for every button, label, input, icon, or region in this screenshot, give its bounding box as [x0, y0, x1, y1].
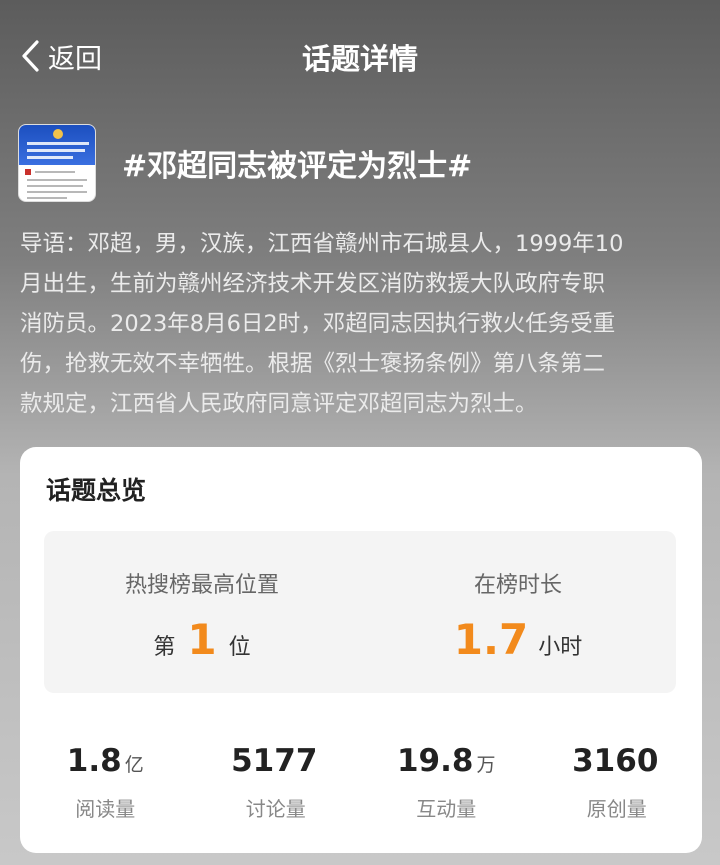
intro-line: 款规定，江西省人民政府同意评定邓超同志为烈士。	[20, 391, 538, 417]
intro-line: 伤，抢救无效不幸牺牲。根据《烈士褒扬条例》第八条第二	[20, 351, 606, 377]
stat-label: 原创量	[586, 797, 647, 821]
duration-label: 在榜时长	[473, 573, 562, 598]
intro-line: 导语：邓超，男，汉族，江西省赣州市石城县人，1999年10	[20, 231, 624, 257]
stat-unit: 万	[476, 754, 496, 776]
stat-unit: 亿	[124, 754, 144, 776]
stat-reads: 1.8 亿 阅读量	[20, 743, 191, 822]
duration-unit: 小时	[538, 635, 583, 660]
stat-value: 5177	[231, 743, 318, 779]
stat-value: 3160	[572, 743, 659, 779]
intro-line: 月出生，生前为赣州经济技术开发区消防救援大队政府专职	[20, 271, 606, 297]
intro-line: 消防员。2023年8月6日2时，邓超同志因执行救火任务受重	[20, 311, 616, 337]
topic-overview-card: 话题总览 热搜榜最高位置 第 1 位 在榜时长 1.7 小时 1.8 亿 阅读量	[20, 447, 702, 853]
stat-label: 讨论量	[245, 797, 306, 821]
highest-rank: 热搜榜最高位置 第 1 位	[44, 531, 360, 693]
topic-intro: 导语：邓超，男，汉族，江西省赣州市石城县人，1999年10 月出生，生前为赣州经…	[20, 224, 704, 424]
stat-label: 互动量	[416, 797, 477, 821]
ranking-summary: 热搜榜最高位置 第 1 位 在榜时长 1.7 小时	[44, 531, 676, 693]
duration-value: 1.7	[453, 615, 529, 664]
overview-title: 话题总览	[46, 476, 147, 505]
topic-thumbnail[interactable]	[18, 124, 96, 202]
stat-interactions: 19.8 万 互动量	[361, 743, 532, 822]
stat-label: 阅读量	[75, 797, 136, 821]
topic-title: #邓超同志被评定为烈士#	[122, 149, 473, 184]
emblem-icon	[53, 129, 63, 139]
rank-suffix: 位	[228, 635, 251, 660]
stats-row: 1.8 亿 阅读量 5177 讨论量 19.8 万 互动量 3160 原创量	[20, 743, 702, 822]
on-list-duration: 在榜时长 1.7 小时	[360, 531, 676, 693]
rank-prefix: 第	[153, 635, 176, 660]
highest-rank-label: 热搜榜最高位置	[124, 573, 279, 598]
topic-header: #邓超同志被评定为烈士#	[18, 124, 472, 202]
top-navigation-bar: 返回 话题详情	[0, 0, 720, 110]
rank-value: 1	[187, 615, 217, 664]
page-title: 话题详情	[301, 42, 418, 76]
stat-value: 19.8	[396, 743, 474, 779]
stat-discussions: 5177 讨论量	[191, 743, 362, 822]
stat-value: 1.8	[66, 743, 122, 779]
stat-originals: 3160 原创量	[532, 743, 703, 822]
